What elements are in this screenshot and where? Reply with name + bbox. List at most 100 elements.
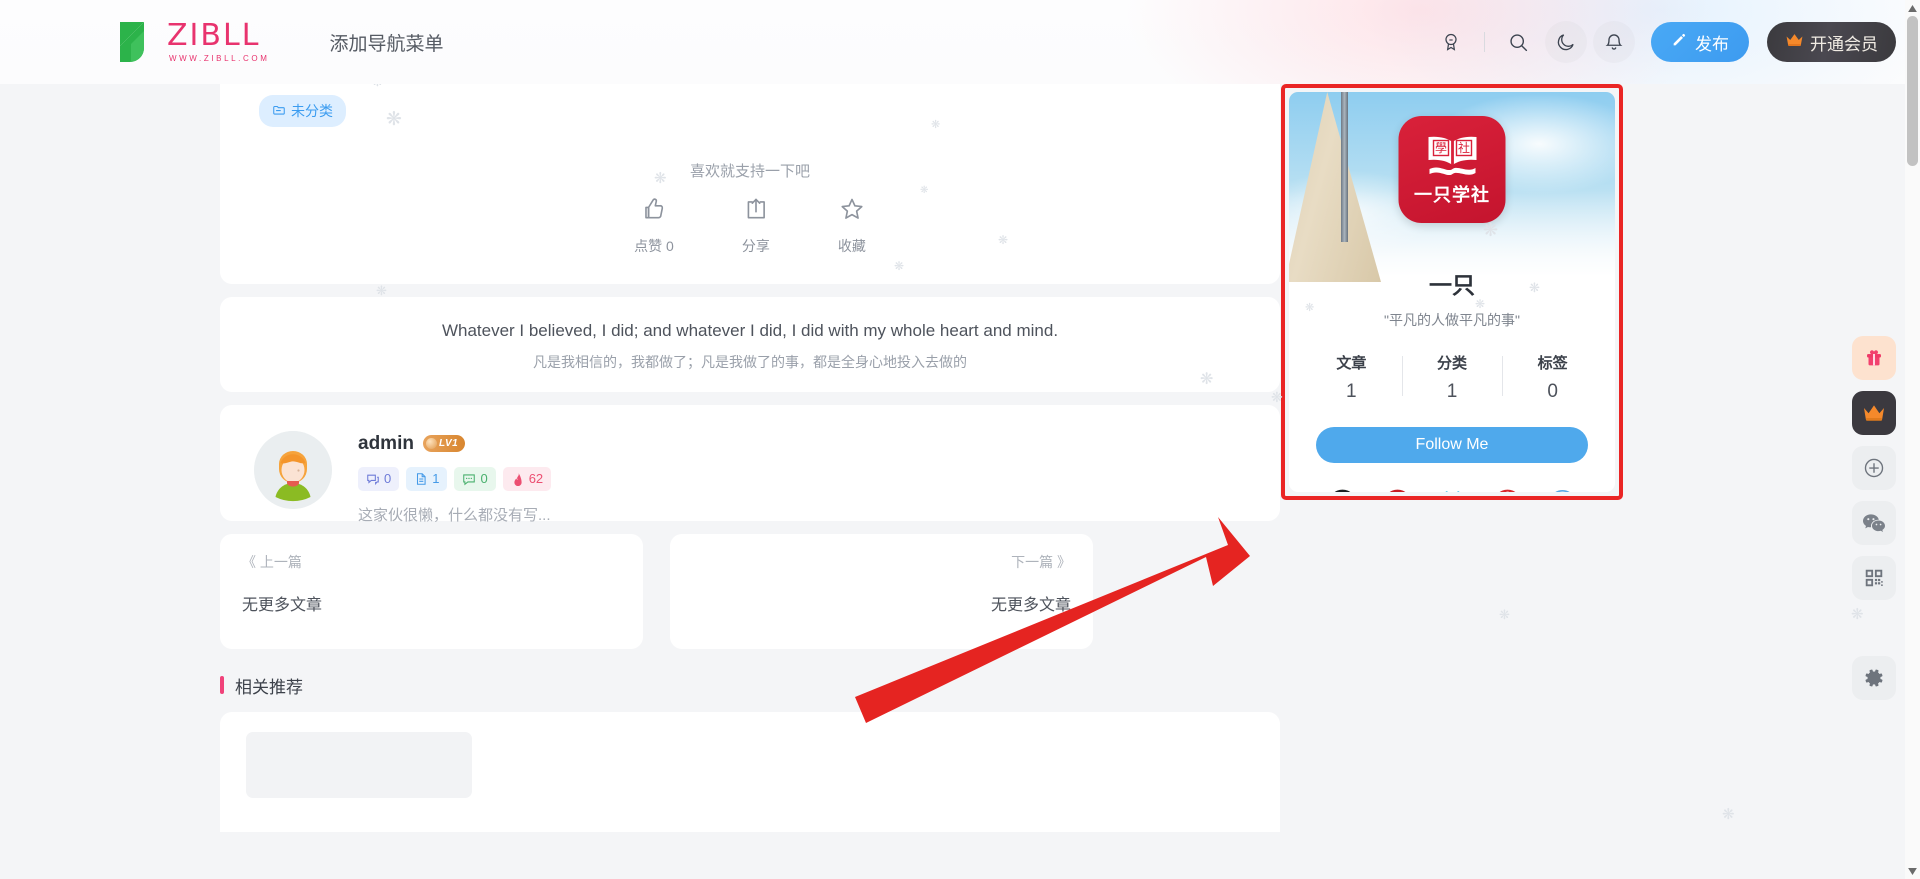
- related-list-card: [220, 711, 1280, 832]
- crown-icon: [1785, 32, 1804, 53]
- qrcode-icon[interactable]: [1852, 556, 1896, 600]
- avatar-logo-text: 一只学社: [1414, 184, 1490, 205]
- profile-stat-tags[interactable]: 标签 0: [1502, 352, 1603, 403]
- profile-stat-articles[interactable]: 文章 1: [1301, 352, 1402, 403]
- info-icon[interactable]: [1548, 489, 1577, 492]
- author-bio: 这家伙很懒，什么都没有写...: [358, 506, 551, 524]
- author-name[interactable]: admin: [358, 433, 414, 455]
- site-header: ZIBLL WWW.ZIBLL.COM 添加导航菜单 发布 开通会员: [0, 0, 1920, 84]
- mast-shape: [1341, 92, 1348, 242]
- github-icon[interactable]: [1328, 489, 1357, 492]
- scroll-thumb[interactable]: [1907, 16, 1918, 166]
- article-footer-card: 未分类 喜欢就支持一下吧 点赞 0 分享 收藏: [220, 84, 1280, 284]
- quote-chinese: 凡是我相信的，我都做了；凡是我做了的事，都是全身心地投入去做的: [533, 353, 967, 370]
- related-thumbnail-placeholder[interactable]: [246, 731, 472, 798]
- bilibili-icon[interactable]: [1438, 489, 1467, 492]
- primary-nav: 添加导航菜单: [329, 29, 443, 56]
- prev-title: 无更多文章: [242, 596, 323, 614]
- gift-icon[interactable]: [1852, 336, 1896, 380]
- like-button[interactable]: 点赞 0: [634, 196, 674, 256]
- stat-value: 0: [384, 471, 392, 487]
- thumbs-up-icon: [641, 196, 667, 227]
- wechat-icon[interactable]: [1852, 501, 1896, 545]
- header-divider: [1484, 32, 1485, 52]
- follow-me-button[interactable]: Follow Me: [1316, 427, 1588, 463]
- author-avatar[interactable]: [254, 430, 332, 509]
- next-label: 下一篇 》: [1011, 553, 1071, 570]
- profile-tagline: "平凡的人做平凡的事": [1384, 312, 1520, 328]
- category-badge[interactable]: 未分类: [259, 95, 346, 127]
- stat-value: 62: [528, 471, 544, 487]
- netease-music-icon[interactable]: [1493, 489, 1522, 492]
- article-pagination: 《 上一篇 无更多文章 下一篇 》 无更多文章: [220, 533, 1280, 649]
- crown-icon[interactable]: [1852, 391, 1896, 435]
- related-header: 相关推荐: [220, 673, 1280, 698]
- gear-icon[interactable]: [1852, 656, 1896, 700]
- bell-icon[interactable]: [1593, 21, 1635, 63]
- star-icon: [839, 196, 865, 227]
- svg-text:社: 社: [1457, 140, 1469, 155]
- favorite-button[interactable]: 收藏: [838, 196, 866, 256]
- stat-value: 0: [480, 471, 488, 487]
- floating-toolbar: [1852, 336, 1896, 700]
- profile-stat-categories[interactable]: 分类 1: [1401, 352, 1503, 403]
- medal-icon[interactable]: [1430, 21, 1472, 63]
- share-button[interactable]: 分享: [742, 196, 770, 256]
- publish-label: 发布: [1695, 34, 1729, 54]
- folder-icon: [272, 103, 286, 120]
- main-content-column: 未分类 喜欢就支持一下吧 点赞 0 分享 收藏 Whatever I belie…: [220, 84, 1280, 832]
- snowflake-decoration: ❋: [1499, 607, 1510, 622]
- vip-label: 开通会员: [1810, 34, 1878, 54]
- category-label: 未分类: [291, 103, 333, 119]
- profile-card: 學 社 一只学社 一只 "平凡的人做平凡的事" 文章 1 分类 1 标签 0 F…: [1289, 92, 1615, 492]
- stat-chip-posts[interactable]: 1: [406, 466, 448, 491]
- sail-shape: [1289, 92, 1381, 282]
- like-label: 点赞 0: [634, 238, 674, 254]
- become-member-button[interactable]: 开通会员: [1767, 22, 1896, 62]
- profile-stats: 文章 1 分类 1 标签 0: [1289, 352, 1615, 403]
- scroll-down-arrow[interactable]: [1905, 863, 1920, 879]
- related-accent-bar: [220, 676, 224, 695]
- next-title: 无更多文章: [990, 596, 1071, 614]
- page-body: 未分类 喜欢就支持一下吧 点赞 0 分享 收藏 Whatever I belie…: [0, 74, 1920, 879]
- scroll-up-arrow[interactable]: [1905, 0, 1920, 16]
- stat-value: 1: [432, 471, 440, 487]
- related-title: 相关推荐: [235, 677, 303, 697]
- nav-item-add-menu[interactable]: 添加导航菜单: [329, 29, 443, 56]
- plus-circle-icon[interactable]: [1852, 446, 1896, 490]
- header-actions: 发布 开通会员: [1430, 21, 1896, 63]
- snowflake-decoration: ❋: [1722, 806, 1735, 823]
- share-label: 分享: [741, 238, 770, 254]
- pencil-icon: [1671, 32, 1687, 53]
- gitee-icon[interactable]: [1383, 489, 1412, 492]
- search-icon[interactable]: [1497, 21, 1539, 63]
- author-stat-chips: 0 1 0 62: [358, 466, 1250, 491]
- zibll-logo-mark: [110, 18, 158, 66]
- stat-label: 文章: [1336, 355, 1367, 372]
- stat-label: 分类: [1437, 355, 1468, 372]
- stat-chip-messages[interactable]: 0: [454, 466, 496, 491]
- next-article-card[interactable]: 下一篇 》 无更多文章: [670, 533, 1093, 649]
- vertical-scrollbar[interactable]: [1905, 0, 1920, 879]
- quote-card: Whatever I believed, I did; and whatever…: [220, 297, 1280, 392]
- profile-name: 一只: [1429, 272, 1475, 298]
- publish-button[interactable]: 发布: [1651, 22, 1749, 62]
- support-prompt: 喜欢就支持一下吧: [689, 163, 810, 180]
- stat-label: 标签: [1537, 355, 1568, 372]
- profile-avatar[interactable]: 學 社 一只学社: [1398, 116, 1506, 223]
- level-badge: LV1: [422, 435, 466, 453]
- prev-article-card[interactable]: 《 上一篇 无更多文章: [220, 533, 643, 649]
- stat-chip-comments[interactable]: 0: [358, 466, 400, 491]
- moon-icon[interactable]: [1545, 21, 1587, 63]
- prev-label: 《 上一篇: [242, 553, 302, 570]
- article-actions: 点赞 0 分享 收藏: [220, 196, 1280, 256]
- stat-value: 1: [1446, 381, 1458, 402]
- site-logo[interactable]: ZIBLL WWW.ZIBLL.COM: [110, 18, 269, 66]
- author-card: admin LV1 0 1 0 62 这家伙很懒，什么都没有写...: [220, 404, 1280, 524]
- logo-wordmark: ZIBLL: [167, 18, 261, 53]
- stat-chip-hot[interactable]: 62: [502, 466, 552, 491]
- stat-value: 0: [1547, 381, 1558, 402]
- share-icon: [743, 196, 769, 227]
- logo-subtext: WWW.ZIBLL.COM: [169, 54, 270, 63]
- profile-social-links: [1289, 489, 1615, 492]
